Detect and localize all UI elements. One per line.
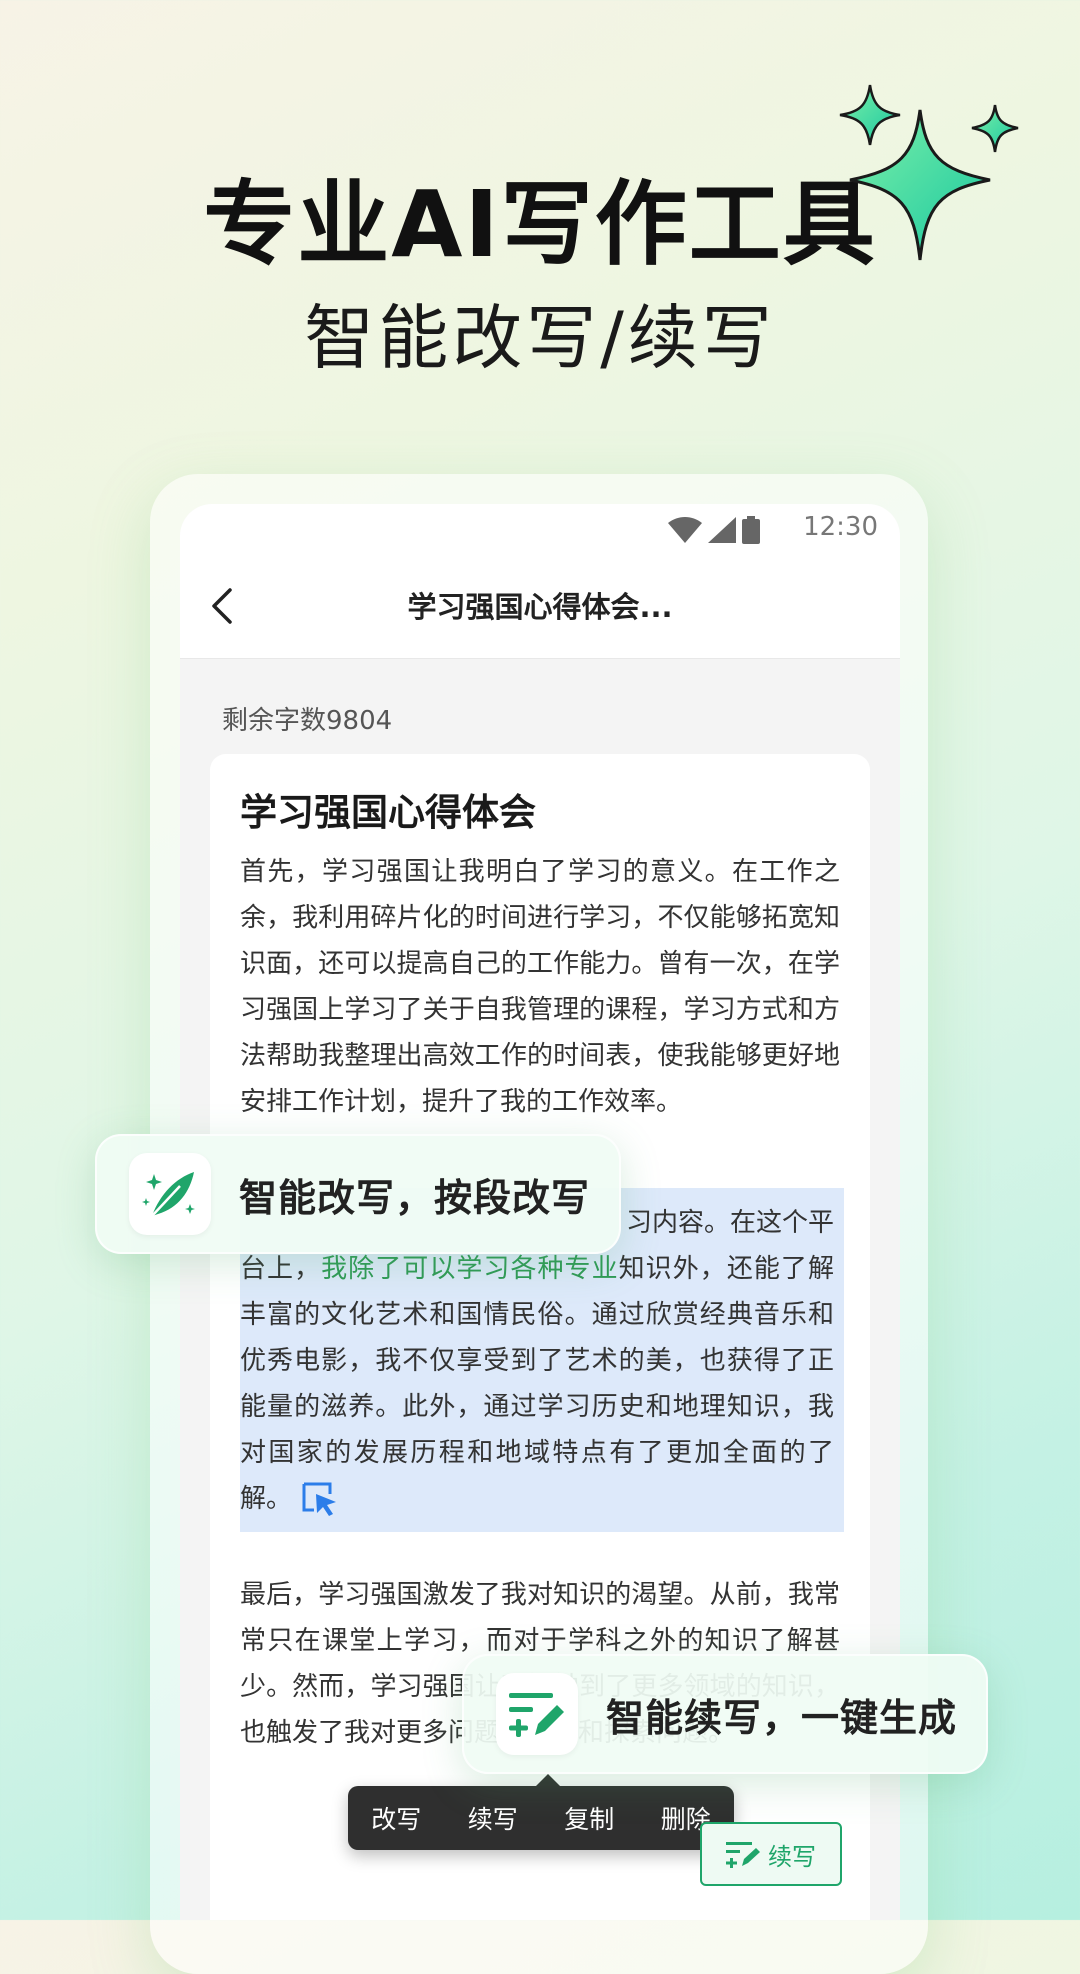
callout-rewrite: 智能改写，按段改写 bbox=[95, 1134, 621, 1254]
callout-rewrite-text: 智能改写，按段改写 bbox=[239, 1175, 591, 1220]
menu-item-continue[interactable]: 续写 bbox=[458, 1800, 528, 1836]
feather-sparkle-icon bbox=[142, 1172, 195, 1217]
signal-icon bbox=[708, 517, 736, 543]
cursor-select-icon bbox=[302, 1482, 337, 1516]
continue-icon-box bbox=[496, 1673, 578, 1755]
list-pen-icon bbox=[509, 1693, 564, 1737]
app-header: 学习强国心得体会... bbox=[180, 554, 900, 659]
hero-subtitle: 智能改写/续写 bbox=[304, 297, 776, 379]
continue-writing-icon bbox=[726, 1842, 760, 1868]
callout-continue: 智能续写，一键生成 bbox=[462, 1654, 988, 1774]
document-title[interactable]: 学习强国心得体会 bbox=[240, 782, 536, 836]
battery-icon bbox=[742, 516, 760, 544]
continue-writing-button[interactable]: 续写 bbox=[700, 1822, 842, 1886]
sparkle-icon bbox=[839, 84, 1019, 261]
feather-icon-box bbox=[129, 1153, 211, 1235]
menu-item-copy[interactable]: 复制 bbox=[554, 1800, 624, 1836]
status-time: 12:30 bbox=[803, 512, 878, 542]
continue-writing-label: 续写 bbox=[768, 1842, 816, 1871]
page-title: 学习强国心得体会... bbox=[407, 590, 673, 624]
status-bar: 12:30 bbox=[180, 504, 900, 554]
wifi-icon bbox=[668, 517, 702, 543]
paragraph-1[interactable]: 首先，学习强国让我明白了学习的意义。在工作之余，我利用碎片化的时间进行学习，不仅… bbox=[240, 849, 840, 1125]
menu-item-rewrite[interactable]: 改写 bbox=[361, 1800, 431, 1836]
callout-continue-text: 智能续写，一键生成 bbox=[606, 1695, 958, 1740]
remaining-word-count: 剩余字数9804 bbox=[222, 706, 393, 736]
text-context-menu: 改写 续写 复制 删除 bbox=[348, 1774, 734, 1850]
